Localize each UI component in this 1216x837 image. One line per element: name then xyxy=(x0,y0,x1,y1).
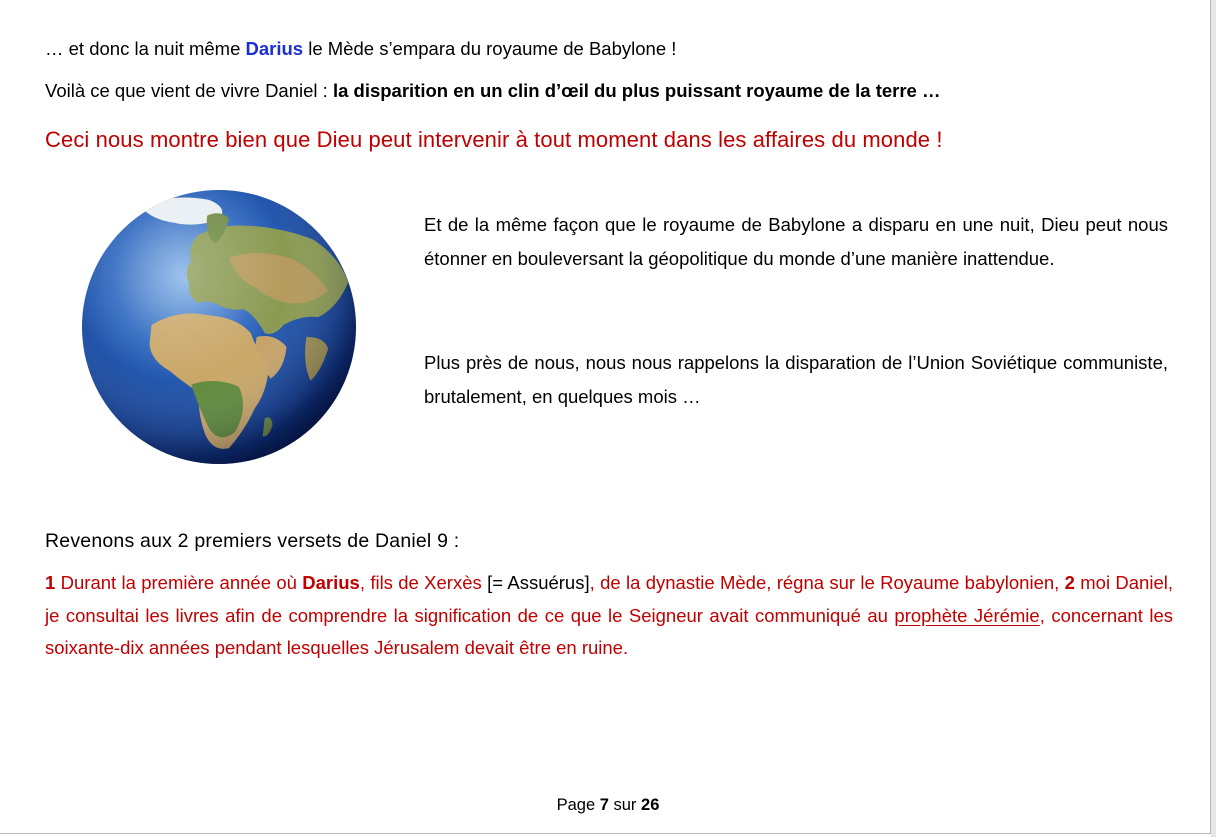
paragraph-soviet-union: Plus près de nous, nous nous rappelons l… xyxy=(424,352,1168,407)
page-number-footer: Page 7 sur 26 xyxy=(0,796,1216,815)
footer-prefix: Page xyxy=(556,796,600,814)
verse-number-2: 2 xyxy=(1064,572,1075,593)
footer-middle: sur xyxy=(608,796,642,814)
intro-text-end: le Mède s’empara du royaume de Babylone … xyxy=(303,38,677,59)
darius-name: Darius xyxy=(245,38,304,59)
prophete-jeremie-link[interactable]: prophète Jérémie xyxy=(894,605,1039,626)
page-edge-scrollbar[interactable] xyxy=(1211,0,1216,837)
verse-text: Durant la première année où xyxy=(55,572,303,593)
intro-text: … et donc la nuit même xyxy=(45,38,246,59)
section-subheading: Revenons aux 2 premiers versets de Danie… xyxy=(45,530,460,552)
earth-globe-icon xyxy=(81,189,357,465)
paragraph-babylon: Et de la même façon que le royaume de Ba… xyxy=(424,214,1168,269)
verse-darius: Darius xyxy=(302,572,360,593)
verse-text: , fils de Xerxès xyxy=(359,572,488,593)
daniel-line-text: Voilà ce que vient de vivre Daniel : xyxy=(45,80,333,101)
total-page-count: 26 xyxy=(641,796,660,814)
verse-bracket-note: [= Assuérus] xyxy=(487,572,590,593)
verse-number-1: 1 xyxy=(45,572,56,593)
daniel-line: Voilà ce que vient de vivre Daniel : la … xyxy=(45,80,940,102)
intro-line: … et donc la nuit même Darius le Mède s’… xyxy=(45,38,676,60)
daniel-line-bold: la disparition en un clin d’œil du plus … xyxy=(332,80,941,101)
verse-paragraph: 1 Durant la première année où Darius, fi… xyxy=(45,567,1173,665)
verse-text: , de la dynastie Mède, régna sur le Roya… xyxy=(589,572,1065,593)
current-page-number: 7 xyxy=(599,796,609,814)
headline: Ceci nous montre bien que Dieu peut inte… xyxy=(45,127,943,152)
document-page: … et donc la nuit même Darius le Mède s’… xyxy=(0,0,1211,834)
